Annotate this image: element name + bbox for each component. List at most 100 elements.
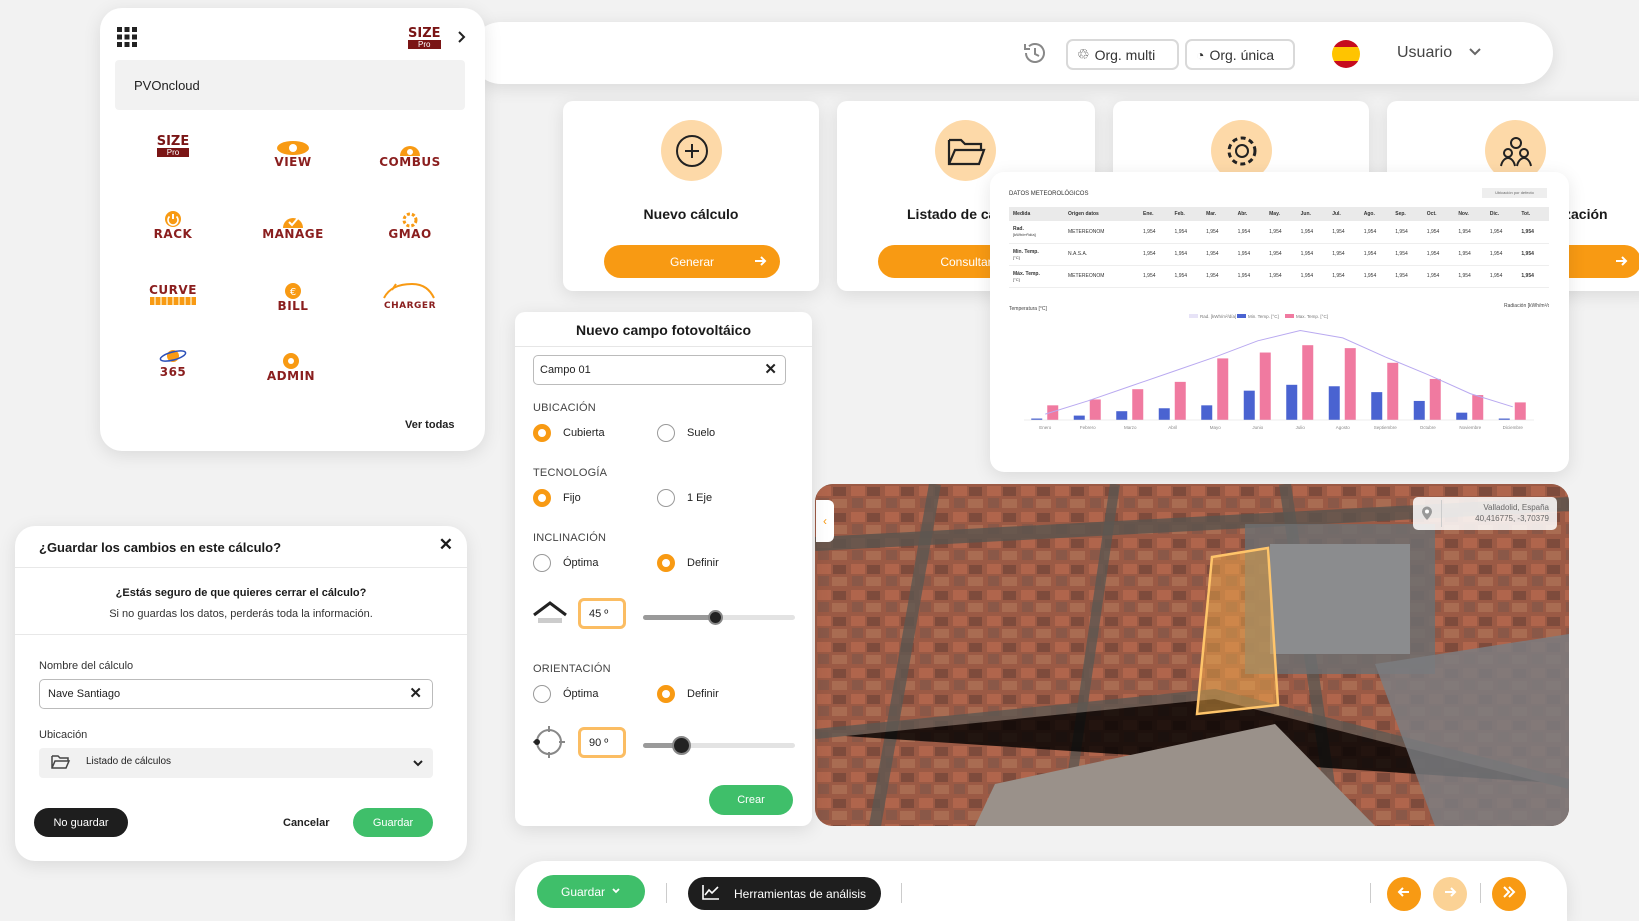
- account-name[interactable]: PVOncloud: [115, 60, 465, 110]
- org-unica-button[interactable]: ◔ Org. única: [1185, 39, 1295, 70]
- radio-inc-definir[interactable]: Definir: [657, 554, 719, 572]
- inclination-slider-fill: [643, 615, 716, 620]
- app-view[interactable]: VIEW: [248, 136, 338, 168]
- weather-value-cell: 1,954: [1517, 265, 1549, 288]
- dialog-warning: Si no guardas los datos, perderás toda l…: [109, 608, 373, 620]
- radio-ori-optima[interactable]: Óptima: [533, 685, 598, 703]
- weather-table-body: Rad. [kWh/m²/día] METEREONOM 1,954 1,954 1,95…: [1009, 221, 1549, 288]
- history-icon[interactable]: [1020, 38, 1050, 73]
- radio-suelo[interactable]: Suelo: [657, 424, 715, 442]
- weather-header-cell: Medida: [1009, 207, 1064, 221]
- weather-value-cell: 1,954: [1202, 221, 1234, 244]
- user-label[interactable]: Usuario: [1397, 44, 1452, 62]
- org-multi-button[interactable]: ♲ Org. multi: [1066, 39, 1179, 70]
- app-gmao[interactable]: GMAO: [365, 208, 455, 240]
- cancelar-button[interactable]: Cancelar: [283, 817, 329, 829]
- radio-ori-definir[interactable]: Definir: [657, 685, 719, 703]
- weather-value-cell: 1,954: [1422, 265, 1455, 288]
- guardar-dropdown-button[interactable]: Guardar: [537, 875, 645, 908]
- legend-swatch: [1285, 314, 1294, 318]
- guardar-button[interactable]: Guardar: [353, 808, 433, 837]
- satellite-map[interactable]: [815, 484, 1569, 826]
- app-365[interactable]: 365: [128, 346, 218, 378]
- weather-value-cell: 1,954: [1485, 265, 1518, 288]
- weather-value-cell: 1,954: [1202, 243, 1234, 266]
- weather-value-cell: 1,954: [1202, 265, 1234, 288]
- apps-grid-icon[interactable]: [116, 26, 138, 53]
- app-admin[interactable]: ADMIN: [246, 350, 336, 382]
- spain-flag-icon[interactable]: [1332, 40, 1360, 68]
- org-multi-label: Org. multi: [1094, 46, 1156, 63]
- app-rack[interactable]: RACK: [128, 208, 218, 240]
- weather-header-cell: Abr.: [1233, 207, 1266, 221]
- app-admin-label: ADMIN: [266, 369, 316, 383]
- orientation-slider-handle[interactable]: [671, 736, 691, 755]
- weather-header-cell: Oct.: [1422, 207, 1455, 221]
- x-tick-label: Octubre: [1420, 425, 1437, 430]
- weather-header-cell: Sep.: [1391, 207, 1423, 221]
- weather-source-cell: METEREONOM: [1064, 221, 1139, 244]
- weather-measure-cell: Rad. [kWh/m²/día]: [1009, 221, 1064, 244]
- radio-label: Óptima: [563, 557, 599, 569]
- chevron-down-icon[interactable]: [1467, 43, 1483, 64]
- location-select[interactable]: Listado de cálculos: [39, 748, 433, 778]
- analysis-tools-button[interactable]: Herramientas de análisis: [688, 877, 881, 910]
- app-charger[interactable]: CHARGER: [365, 280, 455, 312]
- location-label: Ubicación: [39, 729, 88, 741]
- chevron-right-icon[interactable]: [456, 30, 468, 49]
- weather-source-cell: METEREONOM: [1064, 265, 1139, 288]
- bar-min-temp: [1328, 386, 1340, 420]
- crear-button[interactable]: Crear: [709, 785, 793, 815]
- orientation-slider[interactable]: [643, 736, 795, 755]
- campo-name-value: Campo 01: [540, 364, 591, 376]
- app-combus[interactable]: COMBUS: [365, 136, 455, 168]
- campo-name-input[interactable]: Campo 01 ✕: [533, 355, 786, 385]
- bar-min-temp: [1243, 390, 1255, 420]
- radio-fijo[interactable]: Fijo: [533, 489, 581, 507]
- map-location-box: Valladolid, España 40,416775, -3,70379: [1413, 497, 1557, 530]
- radio-cubierta[interactable]: Cubierta: [533, 424, 605, 442]
- name-label: Nombre del cálculo: [39, 660, 134, 672]
- dialog-question: ¿Estás seguro de que quieres cerrar el c…: [115, 587, 367, 599]
- chevron-left-icon[interactable]: ‹: [816, 500, 834, 542]
- calculation-name-input[interactable]: Nave Santiago ✕: [39, 679, 433, 709]
- bar-max-temp: [1174, 381, 1186, 420]
- bar-min-temp: [1073, 415, 1085, 420]
- weather-value-cell: 1,954: [1517, 221, 1549, 244]
- arrow-left-button[interactable]: [1387, 877, 1421, 911]
- ver-todas-link[interactable]: Ver todas: [405, 419, 455, 431]
- clear-icon[interactable]: ✕: [764, 360, 777, 378]
- weather-header-cell: Ene.: [1139, 207, 1171, 221]
- inclination-input[interactable]: 45 º: [578, 598, 626, 629]
- clear-icon[interactable]: ✕: [409, 684, 422, 702]
- arrow-right-button[interactable]: [1433, 877, 1467, 911]
- save-changes-dialog: ¿Guardar los cambios en este cálculo? ✕ …: [15, 526, 467, 861]
- weather-value-cell: 1,954: [1265, 265, 1297, 288]
- bar-max-temp: [1089, 399, 1101, 420]
- radio-label: Óptima: [563, 688, 599, 700]
- radio-1-eje[interactable]: 1 Eje: [657, 489, 712, 507]
- inclination-slider[interactable]: [643, 610, 795, 625]
- app-bill[interactable]: € BILL: [248, 280, 338, 312]
- orientation-input[interactable]: 90 º: [578, 727, 626, 758]
- app-curve[interactable]: CURVE: [128, 278, 218, 305]
- campo-title: Nuevo campo fotovoltáico: [575, 322, 752, 338]
- weather-header-cell: Mar.: [1202, 207, 1234, 221]
- weather-header-cell: Jul.: [1328, 207, 1360, 221]
- default-location-badge[interactable]: Ubicación por defecto: [1482, 188, 1547, 198]
- no-guardar-button[interactable]: No guardar: [34, 808, 128, 837]
- radio-inc-optima[interactable]: Óptima: [533, 554, 598, 572]
- x-tick-label: Febrero: [1080, 425, 1096, 430]
- manage-check-icon: [248, 208, 338, 228]
- weather-value-cell: 1,954: [1170, 243, 1203, 266]
- top-bar: ♲ Org. multi ◔ Org. única Usuario: [470, 22, 1553, 84]
- app-size-pro[interactable]: SIZE Pro: [128, 135, 218, 160]
- fast-forward-button[interactable]: [1492, 877, 1526, 911]
- app-manage[interactable]: MANAGE: [248, 208, 338, 240]
- inclination-slider-handle[interactable]: [708, 610, 724, 625]
- bar-max-temp: [1344, 348, 1356, 420]
- chevron-down-icon: [611, 885, 621, 899]
- close-icon[interactable]: ✕: [439, 535, 453, 555]
- bar-max-temp: [1132, 389, 1144, 420]
- generar-button[interactable]: Generar: [604, 245, 780, 278]
